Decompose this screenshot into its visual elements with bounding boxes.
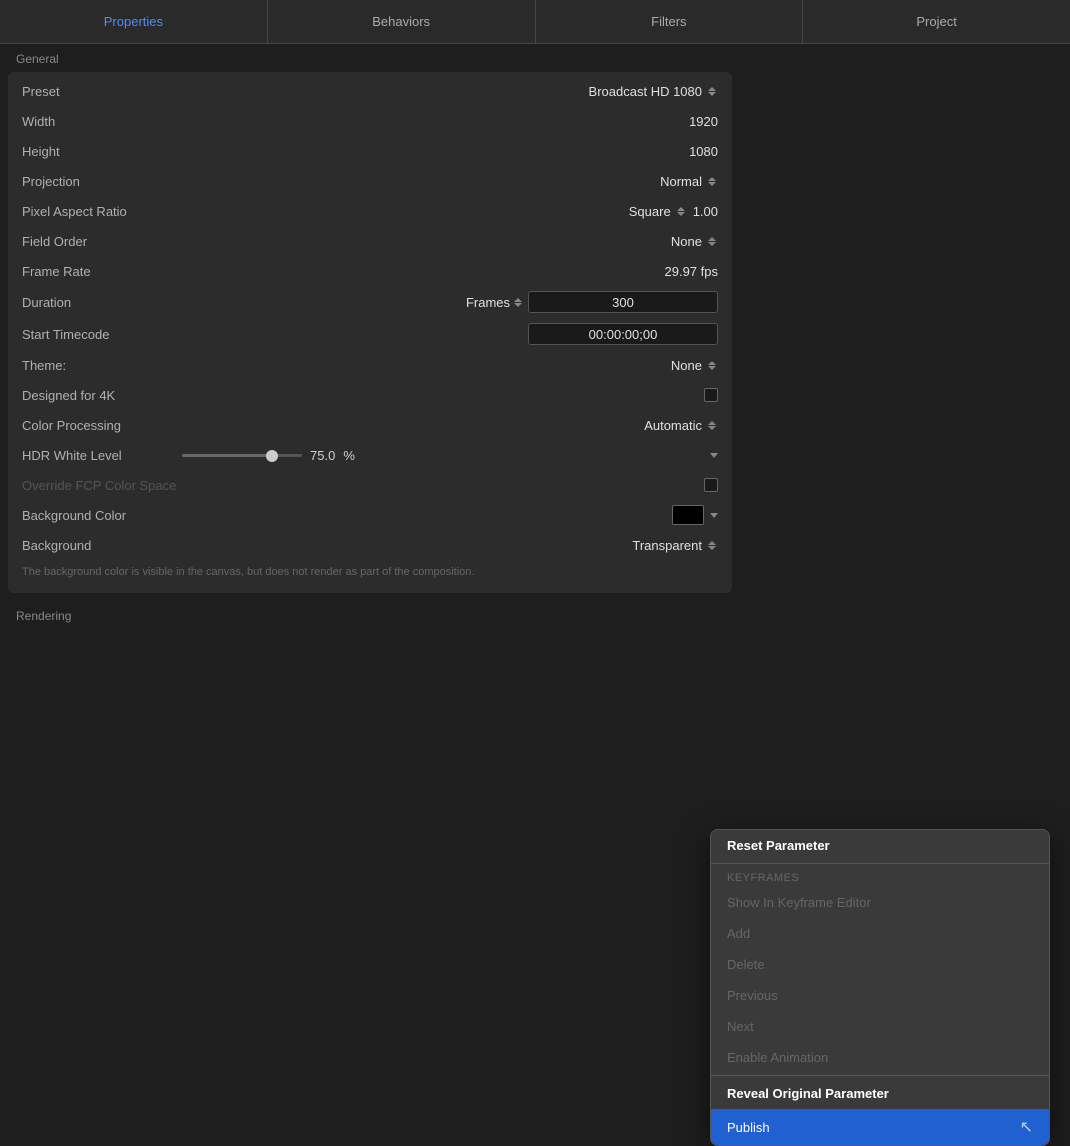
hdr-slider-container[interactable]: 75.0 % [182,448,702,463]
context-divider-1 [711,863,1049,864]
context-publish[interactable]: Publish ↖ [711,1109,1049,1145]
hdr-unit: % [343,448,355,463]
preset-label: Preset [22,84,182,99]
color-processing-value[interactable]: Automatic [644,418,718,433]
start-timecode-value[interactable] [528,323,718,345]
preset-row: Preset Broadcast HD 1080 [8,76,732,106]
pixel-aspect-label: Pixel Aspect Ratio [22,204,182,219]
context-menu: Reset Parameter KEYFRAMES Show In Keyfra… [710,829,1050,1146]
background-color-swatch[interactable] [672,505,704,525]
duration-row: Duration Frames [8,286,732,318]
properties-panel: Preset Broadcast HD 1080 Width 1920 Heig… [8,72,732,593]
width-label: Width [22,114,182,129]
tab-behaviors[interactable]: Behaviors [268,0,536,43]
frame-rate-label: Frame Rate [22,264,182,279]
preset-spinner-up[interactable] [708,87,716,91]
theme-value[interactable]: None [671,358,718,373]
theme-label: Theme: [22,358,182,373]
height-row: Height 1080 [8,136,732,166]
background-label: Background [22,538,182,553]
field-order-value[interactable]: None [671,234,718,249]
override-fcp-value[interactable] [704,478,718,492]
context-reset-parameter[interactable]: Reset Parameter [711,830,1049,861]
field-order-spinner[interactable] [708,234,718,248]
tab-filters[interactable]: Filters [536,0,804,43]
theme-row: Theme: None [8,350,732,380]
background-color-value[interactable] [672,505,718,525]
designed-4k-row: Designed for 4K [8,380,732,410]
tab-properties[interactable]: Properties [0,0,268,43]
field-order-label: Field Order [22,234,182,249]
hdr-dropdown-arrow[interactable] [710,453,718,458]
context-add[interactable]: Add [711,918,1049,949]
context-enable-animation[interactable]: Enable Animation [711,1042,1049,1073]
duration-value[interactable]: Frames [466,291,718,313]
projection-spinner[interactable] [708,174,718,188]
projection-spinner-up[interactable] [708,177,716,181]
context-keyframes-label: KEYFRAMES [711,866,1049,887]
pixel-aspect-value[interactable]: Square 1.00 [629,204,718,219]
designed-4k-checkbox[interactable] [704,388,718,402]
cursor-icon: ↖ [1020,1117,1033,1137]
context-delete[interactable]: Delete [711,949,1049,980]
designed-4k-label: Designed for 4K [22,388,182,403]
hdr-label: HDR White Level [22,448,182,463]
height-label: Height [22,144,182,159]
start-timecode-input[interactable] [528,323,718,345]
context-next[interactable]: Next [711,1011,1049,1042]
start-timecode-row: Start Timecode [8,318,732,350]
context-previous[interactable]: Previous [711,980,1049,1011]
background-color-dropdown[interactable] [710,513,718,518]
frame-rate-row: Frame Rate 29.97 fps [8,256,732,286]
tab-project[interactable]: Project [803,0,1070,43]
hdr-row: HDR White Level 75.0 % [8,440,732,470]
background-value[interactable]: Transparent [632,538,718,553]
duration-input[interactable] [528,291,718,313]
bg-note: The background color is visible in the c… [8,560,732,589]
duration-label: Duration [22,295,182,310]
projection-label: Projection [22,174,182,189]
hdr-slider-track[interactable] [182,454,302,457]
projection-spinner-down[interactable] [708,182,716,186]
height-value: 1080 [689,144,718,159]
background-row: Background Transparent [8,530,732,560]
rendering-section-label: Rendering [0,601,740,629]
hdr-value: 75.0 [310,448,335,463]
background-spinner[interactable] [708,538,718,552]
width-row: Width 1920 [8,106,732,136]
hdr-slider-thumb[interactable] [266,450,278,462]
preset-value[interactable]: Broadcast HD 1080 [589,84,718,99]
pixel-aspect-row: Pixel Aspect Ratio Square 1.00 [8,196,732,226]
context-divider-2 [711,1075,1049,1076]
frame-rate-value: 29.97 fps [665,264,719,279]
field-order-row: Field Order None [8,226,732,256]
main-content: General Preset Broadcast HD 1080 Width 1… [0,44,740,1146]
background-color-label: Background Color [22,508,182,523]
context-reveal-original[interactable]: Reveal Original Parameter [711,1078,1049,1109]
override-fcp-checkbox[interactable] [704,478,718,492]
preset-spinner-down[interactable] [708,92,716,96]
projection-value[interactable]: Normal [660,174,718,189]
color-processing-spinner[interactable] [708,418,718,432]
projection-row: Projection Normal [8,166,732,196]
theme-spinner[interactable] [708,358,718,372]
general-section-label: General [0,44,740,72]
override-fcp-row: Override FCP Color Space [8,470,732,500]
start-timecode-label: Start Timecode [22,327,182,342]
color-processing-row: Color Processing Automatic [8,410,732,440]
context-show-keyframe-editor[interactable]: Show In Keyframe Editor [711,887,1049,918]
background-color-row: Background Color [8,500,732,530]
preset-spinner[interactable] [708,84,718,98]
hdr-slider-fill [182,454,272,457]
pixel-aspect-spinner[interactable] [677,204,687,218]
override-fcp-label: Override FCP Color Space [22,478,182,493]
color-processing-label: Color Processing [22,418,182,433]
tab-bar: Properties Behaviors Filters Project [0,0,1070,44]
width-value: 1920 [689,114,718,129]
duration-unit-spinner[interactable] [514,295,524,309]
designed-4k-value[interactable] [704,388,718,402]
